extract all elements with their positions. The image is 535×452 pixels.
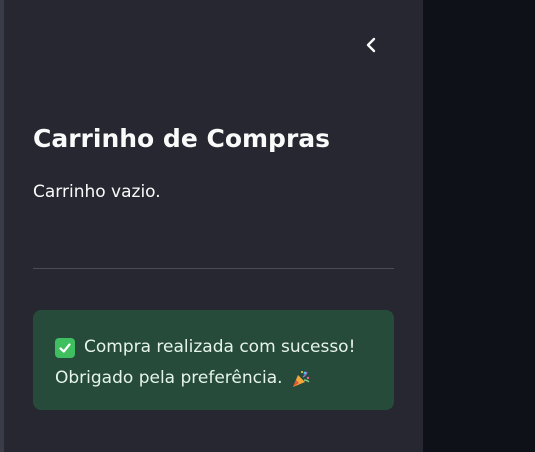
thanks-message: Obrigado pela preferência.: [55, 368, 283, 388]
success-message: Compra realizada com sucesso!: [84, 337, 356, 357]
success-line-2: Obrigado pela preferência.: [55, 363, 394, 394]
divider: [33, 268, 394, 269]
success-line-1: Compra realizada com sucesso!: [55, 332, 394, 363]
party-popper-icon: [292, 370, 310, 387]
check-mark-icon: [55, 337, 75, 358]
sidebar: Carrinho de Compras Carrinho vazio. Comp…: [4, 0, 423, 452]
success-alert: Compra realizada com sucesso! Obrigado p…: [33, 310, 394, 410]
cart-empty-message: Carrinho vazio.: [33, 182, 161, 202]
chevron-left-icon: [366, 37, 376, 53]
app-window: Carrinho de Compras Carrinho vazio. Comp…: [0, 0, 535, 452]
cart-title: Carrinho de Compras: [33, 124, 331, 153]
main-content: [423, 0, 535, 452]
collapse-sidebar-button[interactable]: [360, 34, 382, 56]
